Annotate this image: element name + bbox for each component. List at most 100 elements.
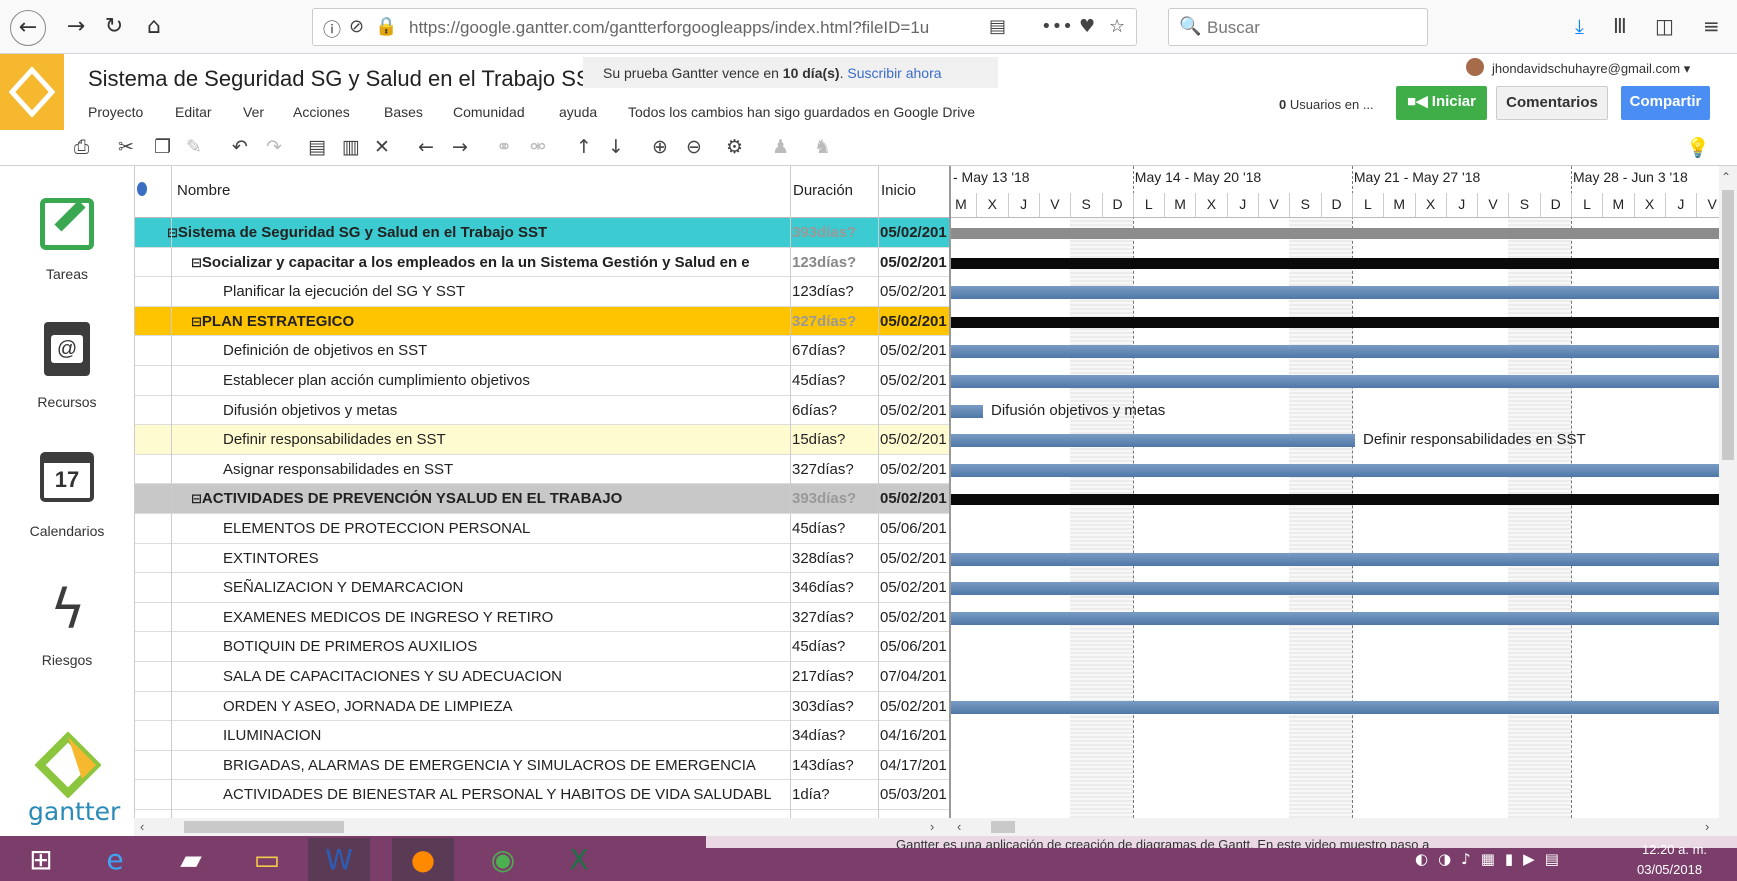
lock-icon[interactable]: 🔒	[375, 16, 397, 37]
start-date-cell[interactable]: 04/17/201	[880, 757, 948, 774]
duration-cell[interactable]: 45días?	[792, 638, 872, 655]
table-row[interactable]: SALA DE CAPACITACIONES Y SU ADECUACION 21…	[135, 662, 949, 692]
subscribe-link[interactable]: Suscribir ahora	[847, 65, 941, 81]
start-date-cell[interactable]: 05/02/201	[880, 342, 948, 359]
scroll-thumb[interactable]	[1722, 190, 1734, 460]
comentarios-button[interactable]: Comentarios	[1496, 86, 1608, 120]
start-date-cell[interactable]: 05/06/201	[880, 638, 948, 655]
table-row[interactable]: ⊟PLAN ESTRATEGICO 327días? 05/02/201	[135, 306, 949, 337]
excel-icon[interactable]: X	[548, 838, 610, 881]
menu-proyecto[interactable]: Proyecto	[88, 104, 143, 120]
vertical-scrollbar[interactable]: ⌃	[1719, 166, 1737, 818]
scroll-thumb[interactable]	[991, 821, 1015, 833]
table-row[interactable]: EXTINTORES 328días? 05/02/201	[135, 544, 949, 574]
zoom-out-icon[interactable]: ⊖	[686, 136, 702, 158]
collapse-icon[interactable]: ⊟	[191, 492, 202, 507]
resource-settings-icon[interactable]: ♞	[814, 136, 831, 158]
duration-cell[interactable]: 327días?	[792, 461, 872, 478]
move-down-icon[interactable]: ↓	[608, 136, 624, 158]
task-bar[interactable]	[951, 700, 1719, 714]
start-date-cell[interactable]: 05/02/201	[880, 698, 948, 715]
url-text[interactable]: https://google.gantter.com/gantterforgoo…	[409, 18, 939, 38]
grid-horizontal-scrollbar[interactable]: ‹ ›	[134, 818, 949, 836]
chrome-icon[interactable]: ◉	[472, 838, 534, 881]
start-date-cell[interactable]: 05/02/201	[880, 313, 948, 330]
start-date-cell[interactable]: 05/02/201	[880, 609, 948, 626]
duration-cell[interactable]: 67días?	[792, 342, 872, 359]
task-name-cell[interactable]: Difusión objetivos y metas	[209, 402, 771, 419]
task-name-cell[interactable]: ACTIVIDADES DE BIENESTAR AL PERSONAL Y H…	[209, 786, 771, 803]
col-header-duracion[interactable]: Duración	[793, 182, 853, 199]
start-date-cell[interactable]: 05/02/201	[880, 283, 948, 300]
table-row[interactable]: BRIGADAS, ALARMAS DE EMERGENCIA Y SIMULA…	[135, 751, 949, 781]
firefox-icon[interactable]: ●	[392, 838, 454, 881]
start-date-cell[interactable]: 07/04/201	[880, 668, 948, 685]
task-name-cell[interactable]: ⊟Sistema de Seguridad SG y Salud en el T…	[167, 224, 771, 241]
menu-bases[interactable]: Bases	[384, 104, 423, 120]
tracking-icon[interactable]: ⊘	[349, 16, 364, 37]
duration-cell[interactable]: 217días?	[792, 668, 872, 685]
gantter-logo[interactable]	[0, 54, 64, 130]
task-name-cell[interactable]: EXTINTORES	[209, 550, 771, 567]
task-bar[interactable]	[951, 611, 1719, 625]
task-bar[interactable]	[951, 286, 1719, 300]
task-name-cell[interactable]: SALA DE CAPACITACIONES Y SU ADECUACION	[209, 668, 771, 685]
start-date-cell[interactable]: 05/02/201	[880, 550, 948, 567]
task-name-cell[interactable]: Definición de objetivos en SST	[209, 342, 771, 359]
redo-icon[interactable]: ↷	[266, 136, 282, 158]
collapse-icon[interactable]: ⊟	[167, 226, 178, 241]
col-header-inicio[interactable]: Inicio	[881, 182, 916, 199]
chart-horizontal-scrollbar[interactable]: ‹ ›	[949, 818, 1737, 836]
cut-icon[interactable]: ✂	[118, 136, 134, 158]
outdent-icon[interactable]: ←	[418, 136, 434, 158]
move-up-icon[interactable]: ↑	[576, 136, 592, 158]
task-name-cell[interactable]: BOTIQUIN DE PRIMEROS AUXILIOS	[209, 638, 771, 655]
reload-button[interactable]: ↻	[100, 13, 128, 41]
forward-button[interactable]: →	[62, 13, 90, 41]
duration-cell[interactable]: 1día?	[792, 786, 872, 803]
sidebar-item-calendarios[interactable]: Calendarios	[0, 523, 134, 539]
page-actions-icon[interactable]: •••	[1041, 16, 1073, 37]
task-bar[interactable]	[951, 582, 1719, 596]
menu-ver[interactable]: Ver	[243, 104, 264, 120]
zoom-in-icon[interactable]: ⊕	[652, 136, 668, 158]
duration-cell[interactable]: 328días?	[792, 550, 872, 567]
start-date-cell[interactable]: 05/02/201	[880, 431, 948, 448]
duration-cell[interactable]: 6días?	[792, 402, 872, 419]
menu-editar[interactable]: Editar	[175, 104, 212, 120]
print-icon[interactable]: ⎙	[74, 136, 89, 158]
ie-icon[interactable]: e	[84, 838, 146, 881]
summary-bar[interactable]	[951, 316, 1719, 328]
search-field[interactable]: 🔍 Buscar	[1168, 8, 1428, 46]
indent-icon[interactable]: →	[452, 136, 468, 158]
table-row[interactable]: ILUMINACION 34días? 04/16/201	[135, 721, 949, 751]
tareas-icon[interactable]	[40, 198, 94, 250]
library-icon[interactable]: Ⅲ	[1613, 14, 1627, 38]
task-name-cell[interactable]: ILUMINACION	[209, 727, 771, 744]
duration-cell[interactable]: 45días?	[792, 372, 872, 389]
task-bar[interactable]	[951, 552, 1719, 566]
word-icon[interactable]: W	[308, 838, 370, 881]
table-row[interactable]: Asignar responsabilidades en SST 327días?…	[135, 455, 949, 485]
duration-cell[interactable]: 346días?	[792, 579, 872, 596]
file-explorer-icon[interactable]: ▭	[236, 838, 298, 881]
clock-date[interactable]: 03/05/2018	[1637, 862, 1702, 877]
start-date-cell[interactable]: 05/02/201	[880, 461, 948, 478]
users-online[interactable]: 0 Usuarios en ...	[1279, 97, 1374, 112]
duration-cell[interactable]: 143días?	[792, 757, 872, 774]
app-icon[interactable]: ▰	[160, 838, 222, 881]
column-divider[interactable]	[790, 166, 791, 818]
task-bar[interactable]	[951, 434, 1355, 448]
task-bar[interactable]	[951, 463, 1719, 477]
task-name-cell[interactable]: ⊟ACTIVIDADES DE PREVENCIÓN YSALUD EN EL …	[191, 490, 771, 507]
start-date-cell[interactable]: 05/02/201	[880, 372, 948, 389]
table-row[interactable]: Difusión objetivos y metas 6días? 05/02/20…	[135, 396, 949, 426]
sidebar-toggle-icon[interactable]: ◫	[1655, 14, 1674, 38]
table-row[interactable]: Planificar la ejecución del SG Y SST 123d…	[135, 277, 949, 307]
delete-icon[interactable]: ✕	[374, 136, 390, 158]
assign-resource-icon[interactable]: ♟	[772, 136, 789, 158]
summary-bar[interactable]	[951, 228, 1719, 239]
scroll-thumb[interactable]	[184, 821, 344, 833]
task-name-cell[interactable]: EXAMENES MEDICOS DE INGRESO Y RETIRO	[209, 609, 771, 626]
undo-icon[interactable]: ↶	[232, 136, 248, 158]
